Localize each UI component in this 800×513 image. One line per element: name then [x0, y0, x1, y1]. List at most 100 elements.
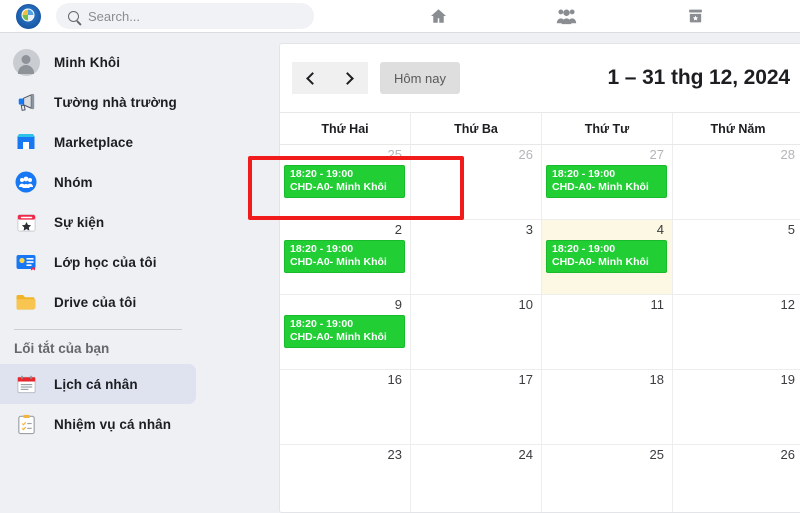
- search-input[interactable]: Search...: [88, 9, 140, 24]
- event-time: 18:20 - 19:00: [290, 168, 354, 180]
- dayname-monday: Thứ Hai: [280, 113, 411, 144]
- checklist-icon: [12, 410, 40, 438]
- calendar-event[interactable]: 18:20 - 19:00 CHD-A0- Minh Khôi: [284, 240, 405, 274]
- calendar-day-cell[interactable]: 23: [280, 445, 411, 512]
- day-number: 16: [387, 372, 402, 387]
- calendar-event[interactable]: 18:20 - 19:00 CHD-A0- Minh Khôi: [546, 240, 667, 274]
- day-number: 11: [650, 297, 665, 312]
- prev-month-button[interactable]: [292, 62, 330, 94]
- calendar-week-row: 9 18:20 - 19:00 CHD-A0- Minh Khôi 10 11 12: [280, 295, 800, 370]
- sidebar-item-profile[interactable]: Minh Khôi: [0, 42, 196, 82]
- classroom-card-icon: [12, 248, 40, 276]
- dayname-wednesday: Thứ Tư: [542, 113, 673, 144]
- calendar-icon: [12, 370, 40, 398]
- groups-icon[interactable]: [553, 5, 581, 27]
- next-month-button[interactable]: [330, 62, 368, 94]
- calendar-day-cell[interactable]: 19: [673, 370, 800, 444]
- calendar-day-cell[interactable]: 12: [673, 295, 800, 369]
- group-circle-icon: [12, 168, 40, 196]
- sidebar-item-personal-tasks[interactable]: Nhiệm vụ cá nhân: [0, 404, 196, 444]
- sidebar-item-marketplace[interactable]: Marketplace: [0, 122, 196, 162]
- calendar-event[interactable]: 18:20 - 19:00 CHD-A0- Minh Khôi: [284, 165, 405, 199]
- day-number: 9: [394, 297, 402, 312]
- event-title: CHD-A0- Minh Khôi: [552, 181, 649, 194]
- calendar-day-cell[interactable]: 25 18:20 - 19:00 CHD-A0- Minh Khôi: [280, 145, 411, 219]
- event-time: 18:20 - 19:00: [290, 243, 354, 255]
- calendar-day-cell[interactable]: 27 18:20 - 19:00 CHD-A0- Minh Khôi: [542, 145, 673, 219]
- event-title: CHD-A0- Minh Khôi: [290, 256, 387, 269]
- calendar-day-cell[interactable]: 16: [280, 370, 411, 444]
- event-title: CHD-A0- Minh Khôi: [552, 256, 649, 269]
- chevron-right-icon: [341, 71, 354, 85]
- calendar-day-cell[interactable]: 25: [542, 445, 673, 512]
- day-number: 18: [649, 372, 664, 387]
- calendar-grid: 25 18:20 - 19:00 CHD-A0- Minh Khôi 26 27 18:2…: [280, 145, 800, 512]
- sidebar-item-school-wall[interactable]: Tường nhà trường: [0, 82, 196, 122]
- day-number: 2: [394, 222, 402, 237]
- sidebar-divider: [14, 329, 182, 330]
- today-button[interactable]: Hôm nay: [380, 62, 461, 94]
- event-star-icon: [12, 208, 40, 236]
- calendar-day-cell[interactable]: 24: [411, 445, 542, 512]
- calendar-day-cell[interactable]: 9 18:20 - 19:00 CHD-A0- Minh Khôi: [280, 295, 411, 369]
- calendar-week-row: 23 24 25 26: [280, 445, 800, 512]
- day-number: 3: [525, 222, 533, 237]
- calendar-day-cell[interactable]: 17: [411, 370, 542, 444]
- sidebar-item-my-drive[interactable]: Drive của tôi: [0, 282, 196, 322]
- event-time: 18:20 - 19:00: [552, 168, 616, 180]
- calendar-nav-buttons: [292, 62, 368, 94]
- calendar-event[interactable]: 18:20 - 19:00 CHD-A0- Minh Khôi: [284, 315, 405, 349]
- sidebar-item-label: Marketplace: [54, 134, 134, 150]
- day-number: 24: [518, 447, 533, 462]
- dayname-tuesday: Thứ Ba: [411, 113, 542, 144]
- calendar-day-cell[interactable]: 26: [411, 145, 542, 219]
- calendar-event[interactable]: 18:20 - 19:00 CHD-A0- Minh Khôi: [546, 165, 667, 199]
- sidebar-item-groups[interactable]: Nhóm: [0, 162, 196, 202]
- search-icon: [68, 10, 79, 22]
- day-number: 28: [780, 147, 795, 162]
- calendar-title: 1 – 31 thg 12, 2024: [607, 66, 790, 89]
- sidebar-item-events[interactable]: Sự kiện: [0, 202, 196, 242]
- event-time: 18:20 - 19:00: [552, 243, 616, 255]
- sidebar-item-label: Lịch cá nhân: [54, 376, 138, 392]
- sidebar-item-label: Tường nhà trường: [54, 94, 177, 110]
- avatar-icon: [12, 48, 40, 76]
- calendar-day-cell[interactable]: 28: [673, 145, 800, 219]
- day-number: 25: [387, 147, 402, 162]
- calendar-day-cell[interactable]: 4 18:20 - 19:00 CHD-A0- Minh Khôi: [542, 220, 673, 294]
- search-bar[interactable]: Search...: [56, 3, 314, 29]
- calendar-day-cell[interactable]: 18: [542, 370, 673, 444]
- calendar-day-cell[interactable]: 5: [673, 220, 800, 294]
- calendar-header: Hôm nay 1 – 31 thg 12, 2024: [280, 44, 800, 112]
- calendar-day-cell[interactable]: 3: [411, 220, 542, 294]
- day-number: 17: [518, 372, 533, 387]
- sidebar: Minh Khôi Tường nhà trường Marketplace N…: [0, 33, 196, 500]
- calendar-week-row: 25 18:20 - 19:00 CHD-A0- Minh Khôi 26 27 18:2…: [280, 145, 800, 220]
- calendar-panel: Hôm nay 1 – 31 thg 12, 2024 Thứ Hai Thứ …: [279, 43, 800, 513]
- school-crest-logo[interactable]: [15, 3, 41, 29]
- sidebar-item-label: Lớp học của tôi: [54, 254, 157, 270]
- day-number: 5: [787, 222, 795, 237]
- calendar-day-cell[interactable]: 10: [411, 295, 542, 369]
- logo-wrap: [0, 3, 56, 29]
- sidebar-item-my-classroom[interactable]: Lớp học của tôi: [0, 242, 196, 282]
- home-icon[interactable]: [424, 5, 452, 27]
- top-navigation-bar: Search...: [0, 0, 800, 33]
- day-number: 12: [780, 297, 795, 312]
- calendar-week-row: 2 18:20 - 19:00 CHD-A0- Minh Khôi 3 4 18:20 -…: [280, 220, 800, 295]
- sidebar-item-label: Sự kiện: [54, 214, 105, 230]
- calendar-daynames-row: Thứ Hai Thứ Ba Thứ Tư Thứ Năm Thứ Sáu: [280, 112, 800, 145]
- day-number: 26: [780, 447, 795, 462]
- calendar-day-cell[interactable]: 26: [673, 445, 800, 512]
- nav-icon-group: [314, 5, 800, 27]
- event-title: CHD-A0- Minh Khôi: [290, 331, 387, 344]
- chevron-left-icon: [306, 71, 319, 85]
- day-number: 26: [518, 147, 533, 162]
- calendar-week-row: 16 17 18 19: [280, 370, 800, 445]
- sidebar-item-label: Drive của tôi: [54, 294, 137, 310]
- calendar-day-cell[interactable]: 2 18:20 - 19:00 CHD-A0- Minh Khôi: [280, 220, 411, 294]
- day-number: 19: [780, 372, 795, 387]
- saved-box-icon[interactable]: [682, 5, 710, 27]
- calendar-day-cell[interactable]: 11: [542, 295, 673, 369]
- sidebar-item-personal-calendar[interactable]: Lịch cá nhân: [0, 364, 196, 404]
